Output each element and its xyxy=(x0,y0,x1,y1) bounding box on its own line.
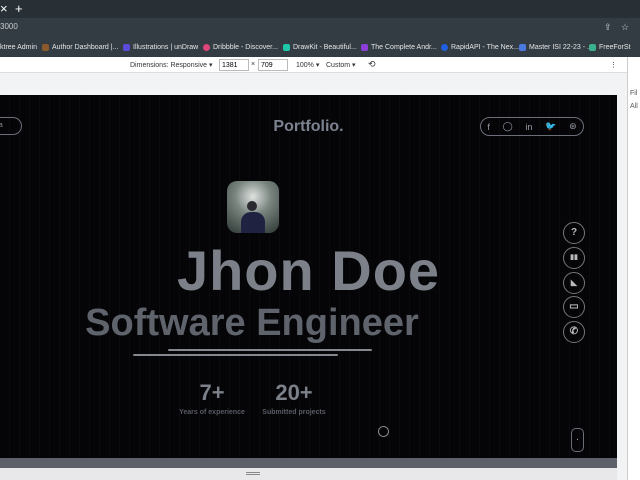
bookmark[interactable]: Dribbble - Discover... xyxy=(203,44,278,51)
new-tab-button[interactable]: + xyxy=(15,1,23,16)
zoom-select[interactable]: 100% ▾ xyxy=(296,61,319,69)
bookmark[interactable]: Author Dashboard |... xyxy=(42,44,118,51)
star-icon[interactable]: ☆ xyxy=(621,22,629,33)
phone-button[interactable]: ✆ xyxy=(563,321,585,343)
github-icon[interactable]: ◯ xyxy=(503,121,513,132)
bookmark-label: Master ISI 22-23 - ... xyxy=(529,44,593,51)
width-input[interactable] xyxy=(219,59,249,71)
height-input[interactable] xyxy=(258,59,288,71)
linkedin-icon[interactable]: in xyxy=(525,122,532,132)
bookmark-icon xyxy=(123,44,130,51)
dimensions-select[interactable]: Dimensions: Responsive ▾ xyxy=(130,61,213,69)
twitter-icon[interactable]: 🐦 xyxy=(545,121,556,132)
bookmark[interactable]: The Complete Andr... xyxy=(361,44,437,51)
resize-handle[interactable] xyxy=(246,472,260,475)
stat-experience: 7+ Years of experience xyxy=(170,380,254,416)
bookmark[interactable]: ktree Admin xyxy=(0,44,37,51)
scroll-down-button[interactable]: · xyxy=(571,428,584,452)
help-button[interactable]: ? xyxy=(563,222,585,244)
bookmark-label: Illustrations | unDraw xyxy=(133,44,199,51)
rotate-icon[interactable]: ⟲ xyxy=(368,59,376,70)
bookmark-icon xyxy=(589,44,596,51)
bookmark-label: ktree Admin xyxy=(0,44,37,51)
bookmark-label: RapidAPI - The Nex... xyxy=(451,44,519,51)
bookmark[interactable]: RapidAPI - The Nex... xyxy=(441,44,519,51)
facebook-icon[interactable]: f xyxy=(487,122,490,132)
bookmark-icon xyxy=(441,44,448,51)
hero-role: Software Engineer xyxy=(85,302,419,344)
url-text[interactable]: 3000 xyxy=(0,22,18,31)
bookmark-label: The Complete Andr... xyxy=(371,44,437,51)
bookmark[interactable]: Illustrations | unDraw xyxy=(123,44,198,51)
device-toolbar: Dimensions: Responsive ▾ × 100% ▾ Custom… xyxy=(0,57,627,73)
underline-stroke xyxy=(168,349,372,351)
stat-value: 7+ xyxy=(199,380,225,405)
bookmark[interactable]: Master ISI 22-23 - ... xyxy=(519,44,593,51)
bookmark-label: Author Dashboard |... xyxy=(52,44,119,51)
bookmark-label: Dribbble - Discover... xyxy=(213,44,278,51)
more-options-icon[interactable]: ⋮ xyxy=(610,61,617,69)
cursor-circle xyxy=(378,426,389,437)
devtools-panel: Fil All xyxy=(627,57,640,480)
bookmark-icon xyxy=(361,44,368,51)
wallet-button[interactable]: ▭ xyxy=(563,296,585,318)
bookmarks-bar: ktree Admin Author Dashboard |... Illust… xyxy=(0,39,640,57)
book-button[interactable]: ▮▮ xyxy=(563,247,585,269)
dribbble-icon[interactable]: ⊛ xyxy=(569,121,577,132)
tab-bar: × + xyxy=(0,0,640,18)
stat-label: Submitted projects xyxy=(262,409,326,416)
bookmark-label: DrawKit - Beautiful... xyxy=(293,44,357,51)
stat-projects: 20+ Submitted projects xyxy=(253,380,335,416)
bookmark-icon xyxy=(519,44,526,51)
filter-label: Fil xyxy=(630,90,638,97)
stat-value: 20+ xyxy=(275,380,313,405)
rss-button[interactable]: ◣ xyxy=(563,272,585,294)
bookmark-icon xyxy=(42,44,49,51)
stat-label: Years of experience xyxy=(179,409,245,416)
times-sign: × xyxy=(251,61,256,68)
bookmark-icon xyxy=(203,44,210,51)
bookmark[interactable]: FreeForSt xyxy=(589,44,631,51)
all-label: All xyxy=(630,103,638,110)
social-links: f ◯ in 🐦 ⊛ xyxy=(480,117,584,136)
bookmark-label: FreeForSt xyxy=(599,44,631,51)
page-viewport: ma Portfolio. f ◯ in 🐦 ⊛ Jhon Doe Softwa… xyxy=(0,95,617,458)
underline-stroke xyxy=(133,354,338,356)
address-bar[interactable]: 3000 ⇪ ☆ xyxy=(0,18,640,39)
bookmark[interactable]: DrawKit - Beautiful... xyxy=(283,44,357,51)
bookmark-icon xyxy=(283,44,290,51)
hero-name: Jhon Doe xyxy=(176,239,441,302)
share-icon[interactable]: ⇪ xyxy=(604,22,612,33)
ruler xyxy=(0,73,627,95)
avatar xyxy=(227,181,279,233)
throttle-select[interactable]: Custom ▾ xyxy=(326,61,356,69)
tab-close-icon[interactable]: × xyxy=(0,1,8,16)
viewport-resize-bar[interactable] xyxy=(0,458,617,480)
